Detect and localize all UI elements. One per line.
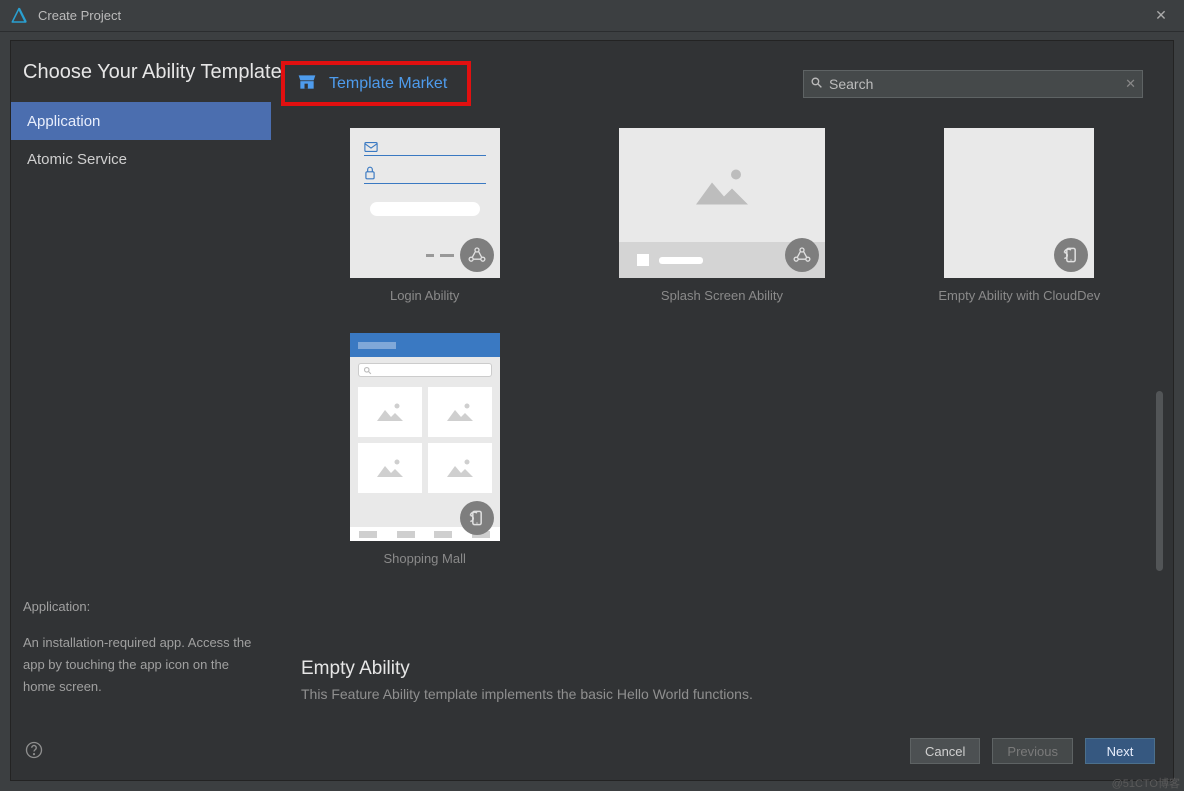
- close-icon[interactable]: ✕: [1148, 7, 1174, 24]
- help-icon[interactable]: [25, 741, 43, 762]
- cloud-badge-icon: [1054, 238, 1088, 272]
- image-placeholder-icon: [694, 167, 750, 210]
- window-title: Create Project: [38, 8, 1148, 23]
- previous-button[interactable]: Previous: [992, 738, 1073, 764]
- main-area: Template Market ✕: [271, 41, 1173, 732]
- sidebar-item-label: Atomic Service: [27, 151, 127, 168]
- template-label: Empty Ability with CloudDev: [938, 288, 1100, 303]
- search-input[interactable]: [829, 76, 1119, 92]
- share-badge-icon: [785, 238, 819, 272]
- cancel-button[interactable]: Cancel: [910, 738, 980, 764]
- share-badge-icon: [460, 238, 494, 272]
- template-grid: Login Ability: [281, 128, 1143, 566]
- next-button[interactable]: Next: [1085, 738, 1155, 764]
- market-icon: [297, 73, 317, 94]
- selected-template-title: Empty Ability: [301, 658, 1133, 680]
- template-market-label: Template Market: [329, 75, 447, 93]
- watermark: @51CTO博客: [1112, 775, 1180, 791]
- search-box[interactable]: ✕: [803, 70, 1143, 98]
- sidebar-item-atomic-service[interactable]: Atomic Service: [11, 140, 271, 178]
- app-logo-icon: [10, 7, 28, 25]
- template-card-login-ability[interactable]: Login Ability: [321, 128, 528, 303]
- search-icon: [810, 76, 823, 92]
- title-bar: Create Project ✕: [0, 0, 1184, 32]
- template-card-empty-ability-clouddev[interactable]: Empty Ability with CloudDev: [916, 128, 1123, 303]
- scrollbar[interactable]: [1156, 391, 1163, 571]
- cloud-badge-icon: [460, 501, 494, 535]
- sidebar-item-label: Application: [27, 113, 100, 130]
- template-card-shopping-mall[interactable]: Shopping Mall: [321, 333, 528, 566]
- selected-template-text: This Feature Ability template implements…: [301, 686, 1133, 702]
- sidebar-description: Application: An installation-required ap…: [11, 596, 271, 712]
- main-panel: Choose Your Ability Template Application…: [10, 40, 1174, 781]
- sidebar: Choose Your Ability Template Application…: [11, 41, 271, 732]
- template-label: Login Ability: [390, 288, 459, 303]
- page-heading: Choose Your Ability Template: [23, 61, 259, 84]
- sidebar-description-body: An installation-required app. Access the…: [23, 632, 259, 698]
- sidebar-item-application[interactable]: Application: [11, 102, 271, 140]
- footer: Cancel Previous Next: [11, 732, 1173, 780]
- selected-template-description: Empty Ability This Feature Ability templ…: [301, 658, 1133, 702]
- template-label: Splash Screen Ability: [661, 288, 783, 303]
- template-card-splash-screen-ability[interactable]: Splash Screen Ability: [618, 128, 825, 303]
- template-label: Shopping Mall: [383, 551, 465, 566]
- clear-search-icon[interactable]: ✕: [1125, 76, 1136, 92]
- template-market-button[interactable]: Template Market: [281, 61, 471, 106]
- sidebar-description-label: Application:: [23, 596, 259, 618]
